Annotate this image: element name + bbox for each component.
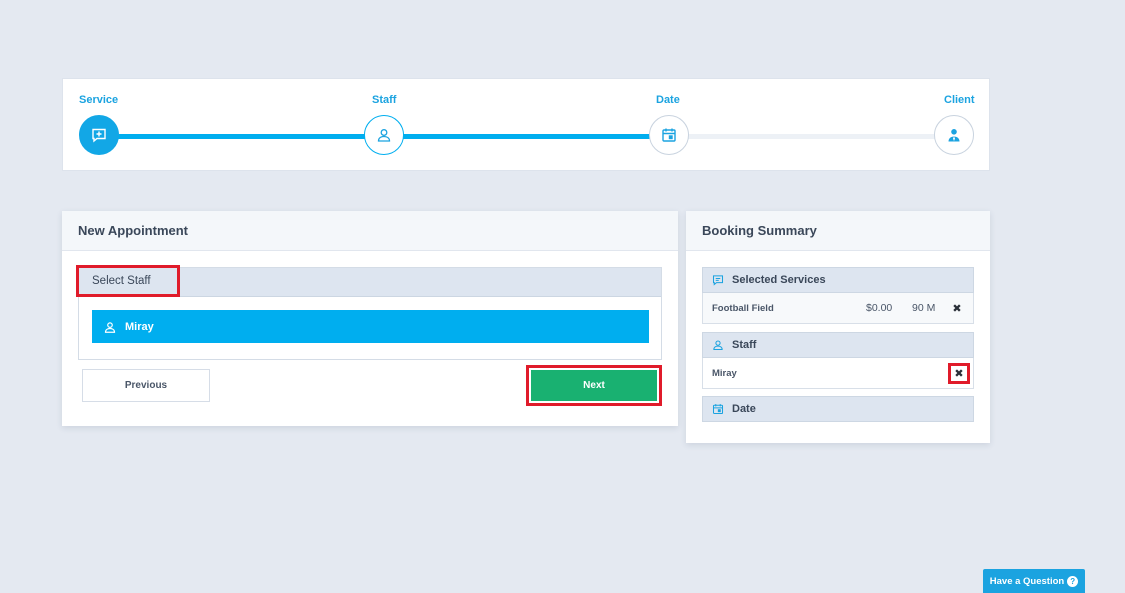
select-staff-label: Select Staff — [76, 265, 180, 297]
card-title: Booking Summary — [686, 211, 990, 251]
user-icon — [713, 340, 723, 351]
calendar-icon[interactable] — [649, 115, 689, 155]
staff-name: Miray — [712, 367, 737, 379]
question-icon: ? — [1067, 575, 1079, 587]
new-appointment-card: New Appointment Select Staff Miray Previ… — [62, 211, 678, 426]
staff-summary-label: Staff — [732, 339, 757, 351]
step-label: Date — [656, 94, 680, 106]
step-label: Service — [79, 94, 119, 106]
have-a-question-button[interactable]: Have a Question ? — [983, 569, 1085, 593]
staff-select-panel: Select Staff Miray — [76, 265, 662, 360]
service-row: Football Field $0.00 90 M ✖ — [702, 293, 974, 324]
date-summary-header: Date — [702, 396, 974, 422]
selected-services-header: Selected Services — [702, 267, 974, 293]
step-label: Client — [944, 94, 975, 106]
client-icon[interactable] — [934, 115, 974, 155]
remove-service-icon[interactable]: ✖ — [950, 301, 964, 315]
selected-services-label: Selected Services — [732, 274, 826, 286]
user-icon — [104, 321, 116, 333]
staff-summary-header: Staff — [702, 332, 974, 358]
chat-plus-icon[interactable] — [79, 115, 119, 155]
remove-staff-icon[interactable]: ✖ — [948, 362, 970, 384]
booking-summary-card: Booking Summary Selected Services Footba… — [686, 211, 990, 443]
service-name: Football Field — [712, 302, 774, 314]
previous-button[interactable]: Previous — [82, 369, 210, 402]
user-icon[interactable] — [364, 115, 404, 155]
chat-icon — [712, 275, 724, 286]
staff-row: Miray ✖ — [702, 358, 974, 389]
date-summary-label: Date — [732, 403, 756, 415]
booking-stepper: Service Staff Date Client — [62, 78, 990, 171]
step-label: Staff — [372, 94, 397, 106]
service-price: $0.00 — [866, 302, 893, 314]
service-duration: 90 M — [912, 302, 936, 314]
calendar-icon — [712, 404, 724, 415]
card-title: New Appointment — [62, 211, 678, 251]
next-button-highlight: Next — [526, 365, 662, 406]
next-button[interactable]: Next — [529, 368, 659, 403]
help-label: Have a Question — [989, 575, 1065, 587]
staff-option-miray[interactable]: Miray — [92, 310, 649, 343]
staff-option-name: Miray — [125, 320, 154, 333]
